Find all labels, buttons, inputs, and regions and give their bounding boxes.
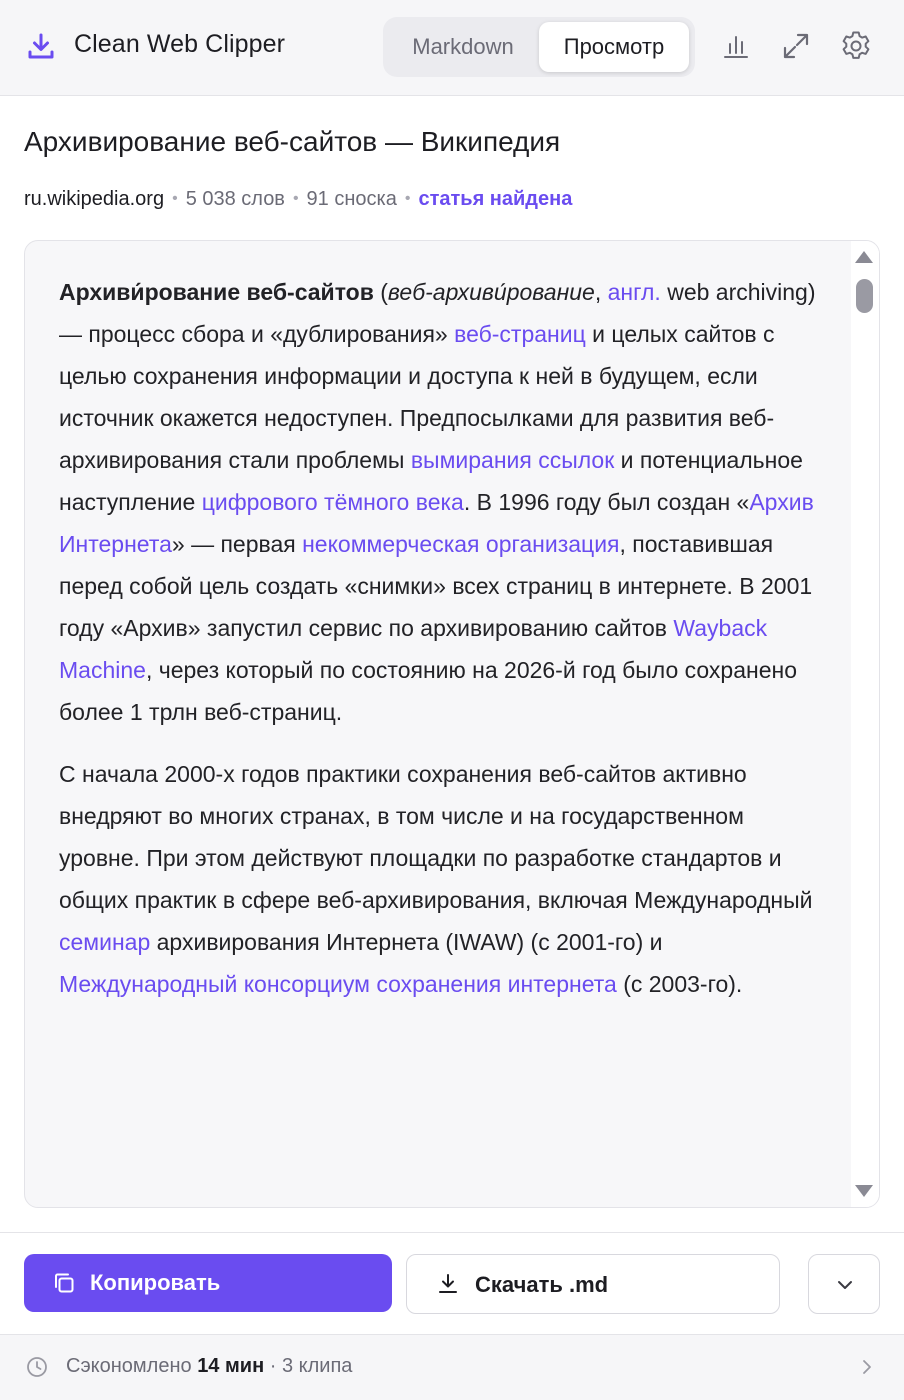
status-badge: статья найдена <box>418 188 573 210</box>
scroll-up-arrow-icon[interactable] <box>855 251 873 263</box>
separator-dot: • <box>172 190 178 207</box>
text-run: С начала 2000-х годов практики сохранени… <box>59 761 813 913</box>
download-md-button[interactable]: Скачать .md <box>406 1254 780 1314</box>
scrollbar[interactable] <box>847 241 879 1207</box>
scrollbar-track[interactable] <box>851 241 879 1207</box>
preview-content: Архиви́рование веб-сайтов (веб-архиви́ро… <box>59 271 817 1025</box>
stats-footer[interactable]: Сэкономлено 14 мин · 3 клипа <box>0 1334 904 1400</box>
link-iipc[interactable]: Международный консорциум сохранения инте… <box>59 971 617 997</box>
article-meta: ru.wikipedia.org • 5 038 слов • 91 сноска • ст… <box>24 188 572 211</box>
text-run: , через который по состоянию на 2026-й г… <box>59 657 797 725</box>
expand-icon[interactable] <box>778 28 814 64</box>
footnote-count: 91 сноска <box>306 188 397 210</box>
chevron-down-icon <box>838 1281 852 1289</box>
copy-button-label: Копировать <box>90 1270 221 1295</box>
scrollbar-thumb[interactable] <box>856 279 873 313</box>
scroll-down-arrow-icon[interactable] <box>855 1185 873 1197</box>
paragraph: С начала 2000-х годов практики сохранени… <box>59 753 817 1005</box>
app-header: Clean Web Clipper Markdown Просмотр <box>0 0 904 96</box>
link-seminar[interactable]: семинар <box>59 929 150 955</box>
paragraph: Архиви́рование веб-сайтов (веб-архиви́ро… <box>59 271 817 733</box>
separator-dot: • <box>292 190 299 207</box>
text-run: архивирования Интернета (IWAW) (с 2001-г… <box>150 929 663 955</box>
download-icon <box>26 32 56 62</box>
tab-markdown[interactable]: Markdown <box>389 22 537 72</box>
stats-icon[interactable] <box>718 28 754 64</box>
text-run: ( <box>373 279 388 305</box>
term-bold: Архиви́рование веб-сайтов <box>59 279 374 305</box>
text-run: , <box>594 279 608 305</box>
separator-dot: • <box>404 190 411 207</box>
saved-value: 14 мин <box>197 1355 265 1377</box>
source-domain: ru.wikipedia.org <box>24 188 165 210</box>
chevron-right-icon[interactable] <box>858 1358 876 1376</box>
copy-button[interactable]: Копировать <box>24 1254 392 1312</box>
time-saved-text: Сэкономлено 14 мин · 3 клипа <box>66 1355 352 1378</box>
preview-panel[interactable]: Архиви́рование веб-сайтов (веб-архиви́ро… <box>24 240 880 1208</box>
more-options-button[interactable] <box>808 1254 880 1314</box>
copy-icon <box>55 1273 74 1293</box>
link-link-rot[interactable]: вымирания ссылок <box>411 447 614 473</box>
text-run: . В 1996 году был создан « <box>463 489 750 515</box>
link-angl[interactable]: англ. <box>608 279 661 305</box>
clock-icon <box>27 1357 47 1377</box>
text-run: » — первая <box>171 531 303 557</box>
term-italic: веб-архиви́рование <box>387 279 595 305</box>
settings-icon[interactable] <box>838 28 874 64</box>
saved-prefix: Сэкономлено <box>66 1355 192 1377</box>
view-mode-toggle: Markdown Просмотр <box>383 17 695 77</box>
link-nonprofit[interactable]: некоммерческая организация <box>302 531 619 557</box>
text-run: (с 2003-го). <box>616 971 743 997</box>
link-web-pages[interactable]: веб-страниц <box>454 321 586 347</box>
clip-count: · 3 клипа <box>269 1355 353 1377</box>
page-title: Архивирование веб-сайтов — Википедия <box>24 126 561 157</box>
app-title: Clean Web Clipper <box>74 30 286 58</box>
link-digital-dark-age[interactable]: цифрового тёмного века <box>202 489 464 515</box>
action-bar: Копировать Скачать .md <box>0 1232 904 1334</box>
download-icon <box>439 1274 457 1293</box>
word-count: 5 038 слов <box>185 188 285 210</box>
tab-preview[interactable]: Просмотр <box>539 22 689 72</box>
download-button-label: Скачать .md <box>475 1272 609 1297</box>
